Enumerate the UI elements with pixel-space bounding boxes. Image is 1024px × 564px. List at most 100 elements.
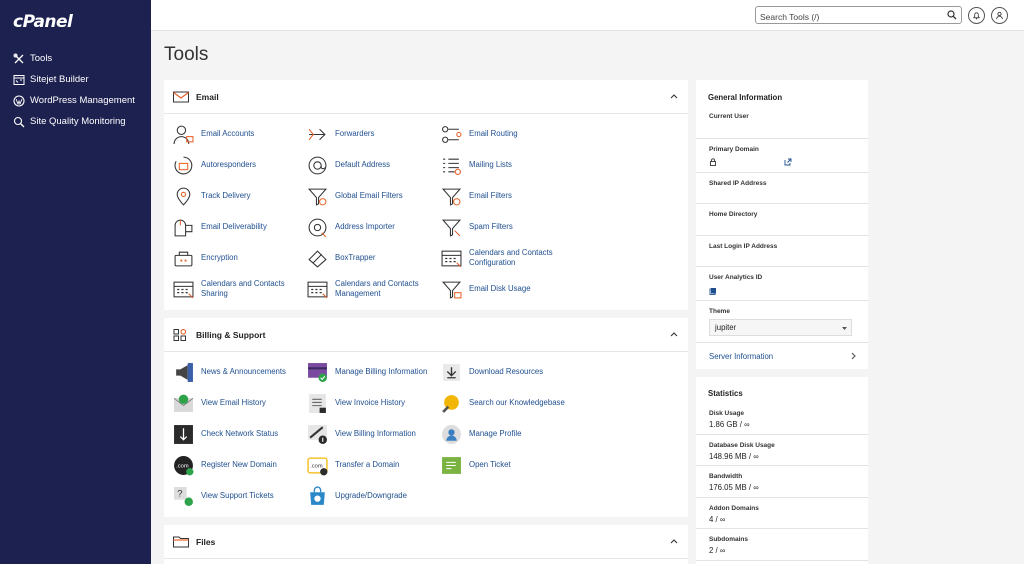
search-icon[interactable] bbox=[947, 10, 957, 20]
envelope-icon bbox=[173, 91, 189, 103]
tool-transfer-domain[interactable]: .com Transfer a Domain bbox=[306, 453, 436, 477]
wordpress-icon bbox=[12, 94, 25, 107]
tool-email-accounts[interactable]: Email Accounts bbox=[172, 122, 302, 146]
chevron-up-icon[interactable] bbox=[670, 538, 678, 544]
email-disk-usage-icon bbox=[440, 278, 462, 300]
view-billing-information-icon bbox=[306, 423, 328, 445]
track-delivery-icon bbox=[172, 185, 194, 207]
tool-view-invoice-history[interactable]: View Invoice History bbox=[306, 391, 436, 415]
tool-label: Register New Domain bbox=[201, 460, 277, 470]
open-ticket-icon bbox=[440, 454, 462, 476]
news-announcements-icon bbox=[172, 361, 194, 383]
tool-label: Upgrade/Downgrade bbox=[335, 491, 407, 501]
forwarders-icon bbox=[306, 123, 328, 145]
sidebar-item-tools[interactable]: Tools bbox=[0, 48, 151, 69]
tool-label: Track Delivery bbox=[201, 191, 251, 201]
view-invoice-history-icon bbox=[306, 392, 328, 414]
user-menu-button[interactable] bbox=[991, 7, 1008, 24]
sidebar-item-label: Sitejet Builder bbox=[30, 74, 89, 85]
search-input[interactable] bbox=[756, 9, 941, 25]
tool-forwarders[interactable]: Forwarders bbox=[306, 122, 436, 146]
folder-icon bbox=[173, 536, 189, 548]
sidebar: cPanel Tools Sitejet Builder WordPress M… bbox=[0, 0, 151, 564]
transfer-domain-icon: .com bbox=[306, 454, 328, 476]
tool-label: Email Disk Usage bbox=[469, 284, 531, 294]
tool-label: Forwarders bbox=[335, 129, 375, 139]
tool-encryption[interactable]: Encryption bbox=[172, 246, 302, 270]
tool-spam-filters[interactable]: Spam Filters bbox=[440, 215, 570, 239]
calendars-contacts-management-icon bbox=[306, 278, 328, 300]
address-importer-icon bbox=[306, 216, 328, 238]
tool-global-email-filters[interactable]: Global Email Filters bbox=[306, 184, 436, 208]
user-analytics-row: User Analytics ID bbox=[696, 267, 868, 301]
tool-search-knowledgebase[interactable]: Search our Knowledgebase bbox=[440, 391, 570, 415]
tool-view-email-history[interactable]: View Email History bbox=[172, 391, 302, 415]
tool-calendars-contacts-sharing[interactable]: Calendars and Contacts Sharing bbox=[172, 277, 302, 301]
email-panel-header[interactable]: Email bbox=[164, 80, 688, 114]
autoresponders-icon bbox=[172, 154, 194, 176]
email-deliverability-icon bbox=[172, 216, 194, 238]
site-quality-icon bbox=[12, 115, 25, 128]
chevron-up-icon[interactable] bbox=[670, 93, 678, 99]
tool-email-filters[interactable]: Email Filters bbox=[440, 184, 570, 208]
tool-register-new-domain[interactable]: .com Register New Domain bbox=[172, 453, 302, 477]
tool-manage-billing-information[interactable]: Manage Billing Information bbox=[306, 360, 436, 384]
billing-support-icon bbox=[173, 328, 189, 341]
tool-label: Calendars and Contacts Management bbox=[335, 279, 419, 298]
statistic-row: Disk Usage 1.86 GB / ∞ bbox=[696, 403, 868, 435]
notifications-button[interactable] bbox=[968, 7, 985, 24]
sidebar-item-site-quality[interactable]: Site Quality Monitoring bbox=[0, 111, 151, 132]
tool-calendars-contacts-configuration[interactable]: Calendars and Contacts Configuration bbox=[440, 246, 570, 270]
theme-row: Theme jupiter bbox=[696, 301, 868, 343]
statistic-value: 1.86 GB / ∞ bbox=[709, 420, 750, 429]
tool-news-announcements[interactable]: News & Announcements bbox=[172, 360, 302, 384]
external-link-icon[interactable] bbox=[784, 158, 792, 166]
tool-address-importer[interactable]: Address Importer bbox=[306, 215, 436, 239]
svg-text:?: ? bbox=[177, 488, 182, 499]
download-resources-icon bbox=[440, 361, 462, 383]
tool-autoresponders[interactable]: Autoresponders bbox=[172, 153, 302, 177]
tool-download-resources[interactable]: Download Resources bbox=[440, 360, 570, 384]
theme-select[interactable]: jupiter bbox=[709, 319, 852, 336]
tool-check-network-status[interactable]: Check Network Status bbox=[172, 422, 302, 446]
tool-email-disk-usage[interactable]: Email Disk Usage bbox=[440, 277, 570, 301]
statistic-row: Subdomains 2 / ∞ bbox=[696, 529, 868, 561]
tool-label: Global Email Filters bbox=[335, 191, 403, 201]
sidebar-item-label: Tools bbox=[30, 53, 53, 64]
cpanel-logo[interactable]: cPanel bbox=[13, 12, 73, 32]
tool-view-support-tickets[interactable]: ? View Support Tickets bbox=[172, 484, 302, 508]
tool-upgrade-downgrade[interactable]: Upgrade/Downgrade bbox=[306, 484, 436, 508]
tool-calendars-contacts-management[interactable]: Calendars and Contacts Management bbox=[306, 277, 436, 301]
files-panel-header[interactable]: Files bbox=[164, 525, 688, 559]
calendars-contacts-configuration-icon bbox=[440, 247, 462, 269]
billing-panel-header[interactable]: Billing & Support bbox=[164, 318, 688, 352]
chevron-up-icon[interactable] bbox=[670, 331, 678, 337]
tool-open-ticket[interactable]: Open Ticket bbox=[440, 453, 570, 477]
sidebar-nav: Tools Sitejet Builder WordPress Manageme… bbox=[0, 48, 151, 132]
tool-label: Autoresponders bbox=[201, 160, 257, 170]
files-panel-title: Files bbox=[196, 536, 216, 547]
manage-billing-information-icon bbox=[306, 361, 328, 383]
tool-email-deliverability[interactable]: Email Deliverability bbox=[172, 215, 302, 239]
sidebar-item-wordpress[interactable]: WordPress Management bbox=[0, 90, 151, 111]
tool-boxtrapper[interactable]: BoxTrapper bbox=[306, 246, 436, 270]
tools-icon bbox=[12, 52, 25, 65]
tool-label: Default Address bbox=[335, 160, 391, 170]
tool-mailing-lists[interactable]: Mailing Lists bbox=[440, 153, 570, 177]
tool-manage-profile[interactable]: Manage Profile bbox=[440, 422, 570, 446]
search-box bbox=[755, 6, 962, 25]
sidebar-item-label: WordPress Management bbox=[30, 95, 135, 106]
server-information-link[interactable]: Server Information bbox=[696, 343, 868, 369]
tool-email-routing[interactable]: Email Routing bbox=[440, 122, 570, 146]
tool-label: View Billing Information bbox=[335, 429, 416, 439]
sidebar-item-sitejet[interactable]: Sitejet Builder bbox=[0, 69, 151, 90]
tool-track-delivery[interactable]: Track Delivery bbox=[172, 184, 302, 208]
copy-icon[interactable] bbox=[709, 287, 717, 295]
primary-domain-row: Primary Domain bbox=[696, 139, 868, 173]
boxtrapper-icon bbox=[306, 247, 328, 269]
bell-icon bbox=[973, 12, 980, 20]
tool-default-address[interactable]: Default Address bbox=[306, 153, 436, 177]
current-user-row: Current User bbox=[696, 111, 868, 139]
tool-label: Email Routing bbox=[469, 129, 518, 139]
tool-view-billing-information[interactable]: View Billing Information bbox=[306, 422, 436, 446]
